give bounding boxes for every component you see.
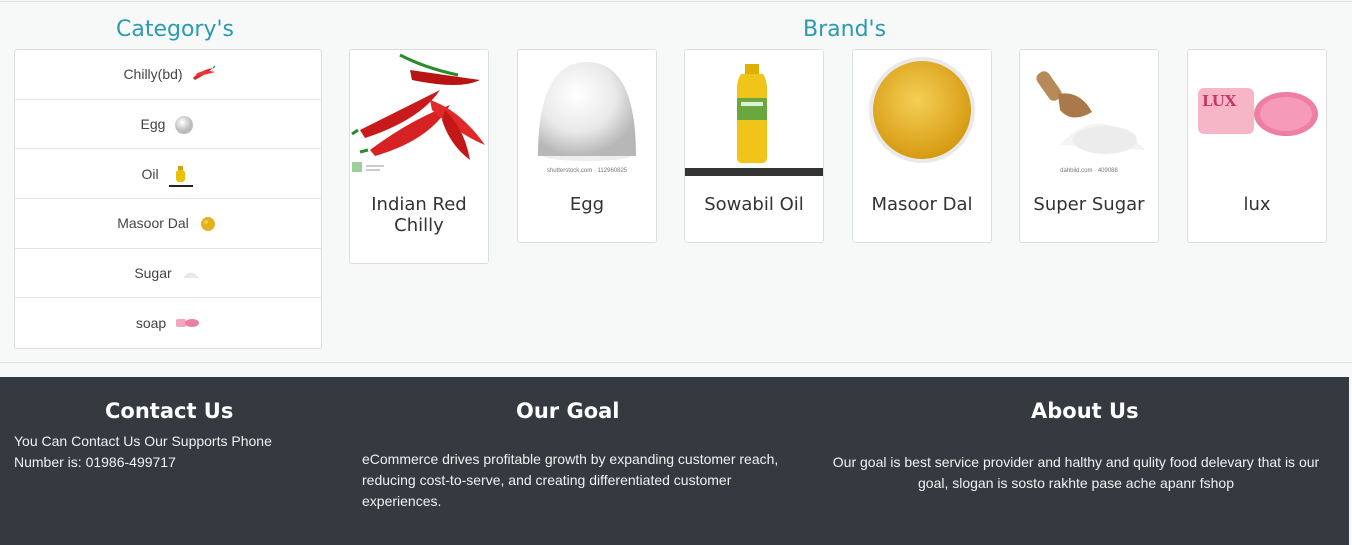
brand-card-masoor-dal[interactable]: Masoor Dal <box>852 49 992 243</box>
category-item-egg[interactable]: Egg <box>15 100 321 150</box>
image-caption: dahbild.com · 409088 <box>1060 168 1118 174</box>
category-item-oil[interactable]: Oil <box>15 149 321 200</box>
category-item-chilly[interactable]: Chilly(bd) <box>15 50 321 100</box>
brand-name: Super Sugar <box>1033 194 1145 215</box>
brand-card-super-sugar[interactable]: dahbild.com · 409088 Super Sugar <box>1019 49 1159 243</box>
category-item-soap[interactable]: soap <box>15 298 321 348</box>
egg-icon <box>173 114 195 135</box>
section-divider <box>0 362 1352 363</box>
sugar-scoop-image: dahbild.com · 409088 <box>1020 50 1158 176</box>
brand-name: lux <box>1243 194 1271 215</box>
brand-card-lux[interactable]: LUX lux <box>1187 49 1327 243</box>
brand-name: Masoor Dal <box>871 194 973 215</box>
chilly-icon <box>191 64 216 84</box>
oil-bottle-image <box>685 50 823 176</box>
category-item-sugar[interactable]: Sugar <box>15 249 321 299</box>
category-label: Masoor Dal <box>117 215 189 232</box>
brand-name: Egg <box>569 194 605 215</box>
category-label: Chilly(bd) <box>123 66 183 83</box>
category-label: Oil <box>141 165 159 182</box>
dal-icon <box>197 213 219 233</box>
lux-logo-text: LUX <box>1202 92 1237 110</box>
brand-name: Sowabil Oil <box>704 194 804 215</box>
contact-text: You Can Contact Us Our Supports Phone Nu… <box>14 433 272 470</box>
brand-card-egg[interactable]: shutterstock.com · 112960825 Egg <box>517 49 657 243</box>
categories-title: Category's <box>116 17 235 42</box>
brand-card-sowabil-oil[interactable]: Sowabil Oil <box>684 49 824 243</box>
top-divider <box>0 1 1352 2</box>
about-title: About Us <box>1031 399 1139 423</box>
oil-icon <box>167 164 195 187</box>
category-list: Chilly(bd) Egg Oil Masoor Dal Sugar soap <box>14 49 322 350</box>
contact-title: Contact Us <box>105 399 234 423</box>
category-label: Egg <box>140 116 166 133</box>
brands-title: Brand's <box>803 17 887 42</box>
brand-name: Indian Red Chilly <box>371 194 467 236</box>
about-text: Our goal is best service provider and ha… <box>832 454 1320 491</box>
dal-bowl-image <box>853 50 991 176</box>
category-label: soap <box>135 315 167 332</box>
brand-card-indian-red-chilly[interactable]: Indian Red Chilly <box>349 49 489 264</box>
egg-image: shutterstock.com · 112960825 <box>518 50 656 176</box>
category-label: Sugar <box>134 265 172 282</box>
lux-soap-image: LUX <box>1188 50 1326 176</box>
image-caption: shutterstock.com · 112960825 <box>546 168 628 174</box>
chilly-image <box>350 50 488 176</box>
goal-title: Our Goal <box>516 399 620 423</box>
category-item-masoor-dal[interactable]: Masoor Dal <box>15 199 321 249</box>
footer: Contact Us You Can Contact Us Our Suppor… <box>0 377 1349 545</box>
soap-icon <box>174 313 200 333</box>
goal-text: eCommerce drives profitable growth by ex… <box>362 451 779 509</box>
sugar-icon <box>180 263 202 283</box>
